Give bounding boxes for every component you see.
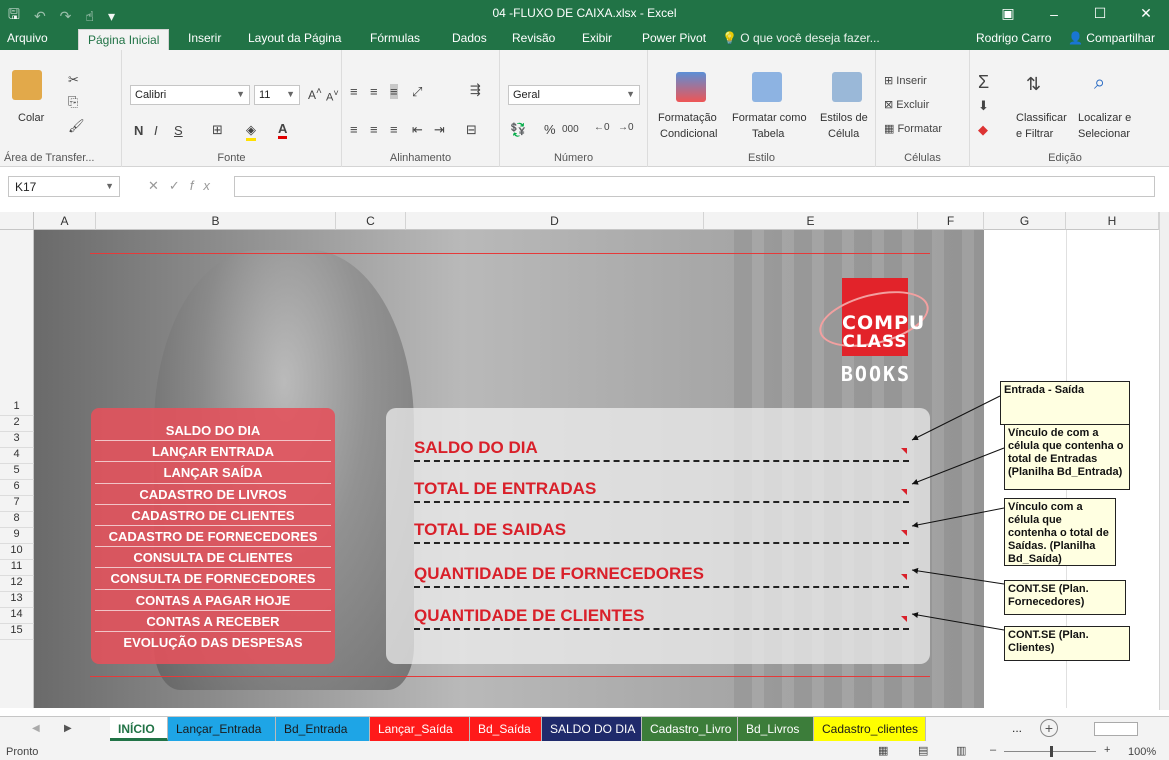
comment-arrows xyxy=(911,395,1005,631)
sheet-tab-2[interactable]: Lançar_Entrada xyxy=(168,717,276,741)
add-sheet-icon[interactable]: + xyxy=(1040,719,1058,737)
zoom-in-icon[interactable]: + xyxy=(1104,744,1110,756)
sheet-tab-4[interactable]: Lançar_Saída xyxy=(370,717,470,741)
more-tabs[interactable]: ... xyxy=(1012,721,1022,735)
note-entrada-saida[interactable]: Entrada - Saída xyxy=(1000,381,1130,425)
note-total-entradas[interactable]: Vínculo de com a célula que contenha o t… xyxy=(1004,424,1130,490)
scroll-tabs-right-icon[interactable]: ▶ xyxy=(64,723,72,734)
sheet-tabs-bar: ◀ ▶ INÍCIO Lançar_Entrada Bd_Entrada Lançar… xyxy=(0,716,1169,744)
sheet-tab-7[interactable]: Cadastro_Livro xyxy=(642,717,738,741)
arrow-note-4 xyxy=(911,567,1005,585)
note-total-saidas[interactable]: Vínculo com a célula que contenha o tota… xyxy=(1004,498,1116,566)
note-cont-se-fornecedores[interactable]: CONT.SE (Plan. Fornecedores) xyxy=(1004,580,1126,615)
zoom-level[interactable]: 100% xyxy=(1128,746,1156,758)
normal-view-icon[interactable]: ▦ xyxy=(878,744,888,757)
zoom-slider-thumb[interactable] xyxy=(1050,746,1053,757)
horizontal-scrollbar[interactable] xyxy=(1094,722,1138,736)
sheet-tab-8[interactable]: Bd_Livros xyxy=(738,717,814,741)
arrow-note-5 xyxy=(911,612,1005,631)
page-break-view-icon[interactable]: ▥ xyxy=(956,744,966,757)
page-layout-view-icon[interactable]: ▤ xyxy=(918,744,928,757)
status-bar: Pronto ▦ ▤ ▥ – + 100% xyxy=(0,744,1169,760)
sheet-tab-6[interactable]: SALDO DO DIA xyxy=(542,717,642,741)
scroll-tabs-left-icon[interactable]: ◀ xyxy=(32,723,40,734)
sheet-tab-1[interactable]: INÍCIO xyxy=(110,717,168,741)
arrow-note-1 xyxy=(911,395,1001,441)
sheet-tab-9[interactable]: Cadastro_clientes xyxy=(814,717,926,741)
sheet-tab-5[interactable]: Bd_Saída xyxy=(470,717,542,741)
sheet-tab-3[interactable]: Bd_Entrada xyxy=(276,717,370,741)
arrow-note-3 xyxy=(911,507,1005,528)
arrow-note-2 xyxy=(911,447,1005,485)
zoom-out-icon[interactable]: – xyxy=(990,744,996,756)
note-cont-se-clientes[interactable]: CONT.SE (Plan. Clientes) xyxy=(1004,626,1130,661)
status-ready: Pronto xyxy=(6,746,39,758)
